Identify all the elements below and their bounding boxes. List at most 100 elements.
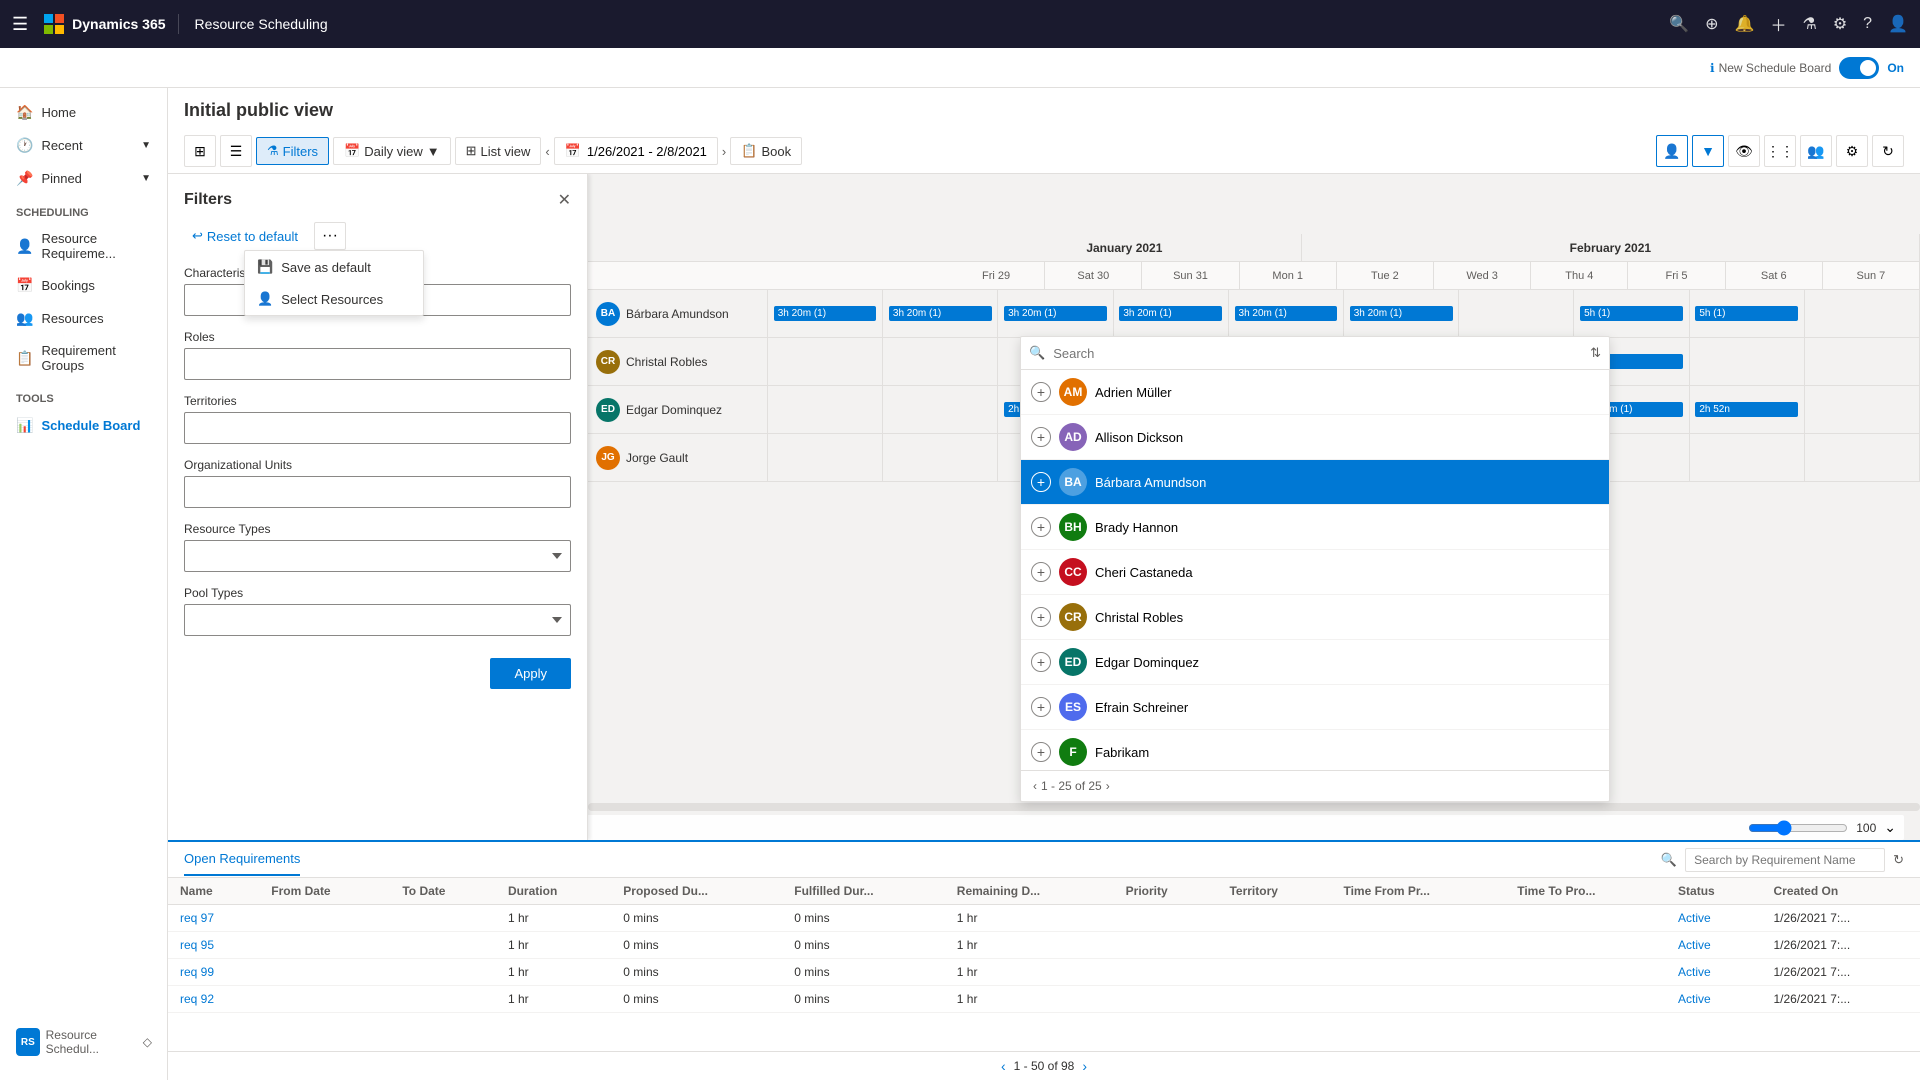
resource-item-allison[interactable]: + AD Allison Dickson xyxy=(1021,415,1609,460)
booking-block[interactable]: 5h (1) xyxy=(1695,306,1798,321)
roles-input[interactable] xyxy=(184,348,571,380)
status-link[interactable]: Active xyxy=(1678,992,1711,1006)
grid-cell-0[interactable] xyxy=(768,338,883,385)
booking-block[interactable]: 5h (1) xyxy=(1580,306,1683,321)
filters-btn[interactable]: ⚗ Filters xyxy=(256,137,329,165)
pagination-prev-icon[interactable]: ‹ xyxy=(1033,779,1037,793)
add-icon[interactable]: ＋ xyxy=(1770,12,1786,36)
chevron-down-btn[interactable]: ▼ xyxy=(1692,135,1724,167)
booking-block[interactable]: 3h 20m (1) xyxy=(1119,306,1222,321)
grid-cell-2[interactable]: 3h 20m (1) xyxy=(998,290,1113,337)
booking-block[interactable]: 3h 20m (1) xyxy=(774,306,877,321)
req-link[interactable]: req 92 xyxy=(180,992,214,1006)
reset-to-default-btn[interactable]: ↩ Reset to default xyxy=(184,224,306,248)
pool-types-select[interactable] xyxy=(184,604,571,636)
book-btn[interactable]: 📋 Book xyxy=(730,137,802,165)
grid-cell-8[interactable]: 5h (1) xyxy=(1690,290,1805,337)
sidebar-item-home[interactable]: 🏠 Home xyxy=(0,96,167,129)
grid-cell-8[interactable] xyxy=(1690,434,1805,481)
resource-item-cheri[interactable]: + CC Cheri Castaneda xyxy=(1021,550,1609,595)
sidebar-item-resources[interactable]: 👥 Resources xyxy=(0,302,167,335)
grid-cell-0[interactable] xyxy=(768,386,883,433)
status-link[interactable]: Active xyxy=(1678,911,1711,925)
sidebar-item-bookings[interactable]: 📅 Bookings xyxy=(0,269,167,302)
grid-cell-9[interactable] xyxy=(1805,434,1920,481)
bottom-search-input[interactable] xyxy=(1685,848,1885,872)
grid-cell-0[interactable]: 3h 20m (1) xyxy=(768,290,883,337)
view-toggle-list-btn[interactable]: ☰ xyxy=(220,135,252,167)
daily-view-btn[interactable]: 📅 Daily view ▼ xyxy=(333,137,451,165)
filters-close-btn[interactable]: ✕ xyxy=(558,190,571,210)
grid-cell-8[interactable]: 2h 52n xyxy=(1690,386,1805,433)
apply-btn[interactable]: Apply xyxy=(490,658,571,689)
resource-item-fabrikam[interactable]: + F Fabrikam xyxy=(1021,730,1609,770)
tab-open-requirements[interactable]: Open Requirements xyxy=(184,843,300,876)
status-cell[interactable]: Active xyxy=(1666,932,1761,959)
req-name-cell[interactable]: req 99 xyxy=(168,959,259,986)
select-resources-item[interactable]: 👤 Select Resources xyxy=(245,283,423,315)
sidebar-item-pinned[interactable]: 📌 Pinned ▼ xyxy=(0,162,167,195)
columns-btn[interactable]: ⋮⋮ xyxy=(1764,135,1796,167)
resource-types-select[interactable] xyxy=(184,540,571,572)
save-as-default-item[interactable]: 💾 Save as default xyxy=(245,251,423,283)
next-page-btn[interactable]: › xyxy=(1082,1058,1087,1074)
grid-cell-0[interactable] xyxy=(768,434,883,481)
status-link[interactable]: Active xyxy=(1678,965,1711,979)
global-search-icon[interactable]: 🔍 xyxy=(1669,14,1689,34)
new-schedule-board-toggle[interactable] xyxy=(1839,57,1879,79)
grid-cell-5[interactable]: 3h 20m (1) xyxy=(1344,290,1459,337)
settings-btn-2[interactable]: ⚙ xyxy=(1836,135,1868,167)
booking-block[interactable]: 2h 52n xyxy=(1695,402,1798,417)
target-icon[interactable]: ⊕ xyxy=(1705,14,1718,34)
status-cell[interactable]: Active xyxy=(1666,959,1761,986)
notification-icon[interactable]: 🔔 xyxy=(1735,14,1755,34)
grid-cell-1[interactable] xyxy=(883,338,998,385)
req-link[interactable]: req 95 xyxy=(180,938,214,952)
sidebar-item-schedule-board[interactable]: 📊 Schedule Board xyxy=(0,409,167,442)
booking-block[interactable]: 3h 20m (1) xyxy=(1235,306,1338,321)
filters-more-btn[interactable]: ··· xyxy=(314,222,346,250)
grid-cell-1[interactable] xyxy=(883,386,998,433)
list-view-btn[interactable]: ⊞ List view xyxy=(455,137,542,165)
req-name-cell[interactable]: req 97 xyxy=(168,905,259,932)
resource-item-christal[interactable]: + CR Christal Robles xyxy=(1021,595,1609,640)
status-cell[interactable]: Active xyxy=(1666,986,1761,1013)
resource-item-efrain[interactable]: + ES Efrain Schreiner xyxy=(1021,685,1609,730)
expand-icon[interactable]: ⌄ xyxy=(1884,819,1896,836)
date-prev-btn[interactable]: ‹ xyxy=(545,144,549,159)
req-link[interactable]: req 99 xyxy=(180,965,214,979)
resources-search-input[interactable] xyxy=(1053,346,1582,361)
booking-block[interactable]: 3h 20m (1) xyxy=(1004,306,1107,321)
req-name-cell[interactable]: req 92 xyxy=(168,986,259,1013)
req-link[interactable]: req 97 xyxy=(180,911,214,925)
grid-cell-3[interactable]: 3h 20m (1) xyxy=(1114,290,1229,337)
status-link[interactable]: Active xyxy=(1678,938,1711,952)
refresh-bottom-icon[interactable]: ↻ xyxy=(1893,852,1904,868)
grid-cell-6[interactable] xyxy=(1459,290,1574,337)
grid-cell-9[interactable] xyxy=(1805,290,1920,337)
refresh-btn[interactable]: ↻ xyxy=(1872,135,1904,167)
grid-horizontal-scrollbar[interactable] xyxy=(588,803,1920,811)
grid-cell-9[interactable] xyxy=(1805,338,1920,385)
hamburger-menu[interactable]: ☰ xyxy=(12,14,28,35)
resource-item-barbara[interactable]: + BA Bárbara Amundson xyxy=(1021,460,1609,505)
grid-cell-1[interactable]: 3h 20m (1) xyxy=(883,290,998,337)
eye-btn[interactable]: 👁 xyxy=(1728,135,1760,167)
date-next-btn[interactable]: › xyxy=(722,144,726,159)
sort-icon[interactable]: ⇅ xyxy=(1590,345,1601,361)
view-toggle-grid-btn[interactable]: ⊞ xyxy=(184,135,216,167)
grid-cell-9[interactable] xyxy=(1805,386,1920,433)
booking-block[interactable]: 3h 20m (1) xyxy=(1350,306,1453,321)
territories-input[interactable] xyxy=(184,412,571,444)
status-cell[interactable]: Active xyxy=(1666,905,1761,932)
person-add-btn[interactable]: 👤 xyxy=(1656,135,1688,167)
resource-item-adrien[interactable]: + AM Adrien Müller xyxy=(1021,370,1609,415)
resource-item-edgar[interactable]: + ED Edgar Dominquez xyxy=(1021,640,1609,685)
booking-block[interactable]: 3h 20m (1) xyxy=(889,306,992,321)
grid-cell-4[interactable]: 3h 20m (1) xyxy=(1229,290,1344,337)
group-btn[interactable]: 👥 xyxy=(1800,135,1832,167)
sidebar-item-recent[interactable]: 🕐 Recent ▼ xyxy=(0,129,167,162)
grid-cell-8[interactable] xyxy=(1690,338,1805,385)
funnel-icon[interactable]: ⚗ xyxy=(1802,14,1816,34)
help-icon[interactable]: ? xyxy=(1863,15,1872,33)
